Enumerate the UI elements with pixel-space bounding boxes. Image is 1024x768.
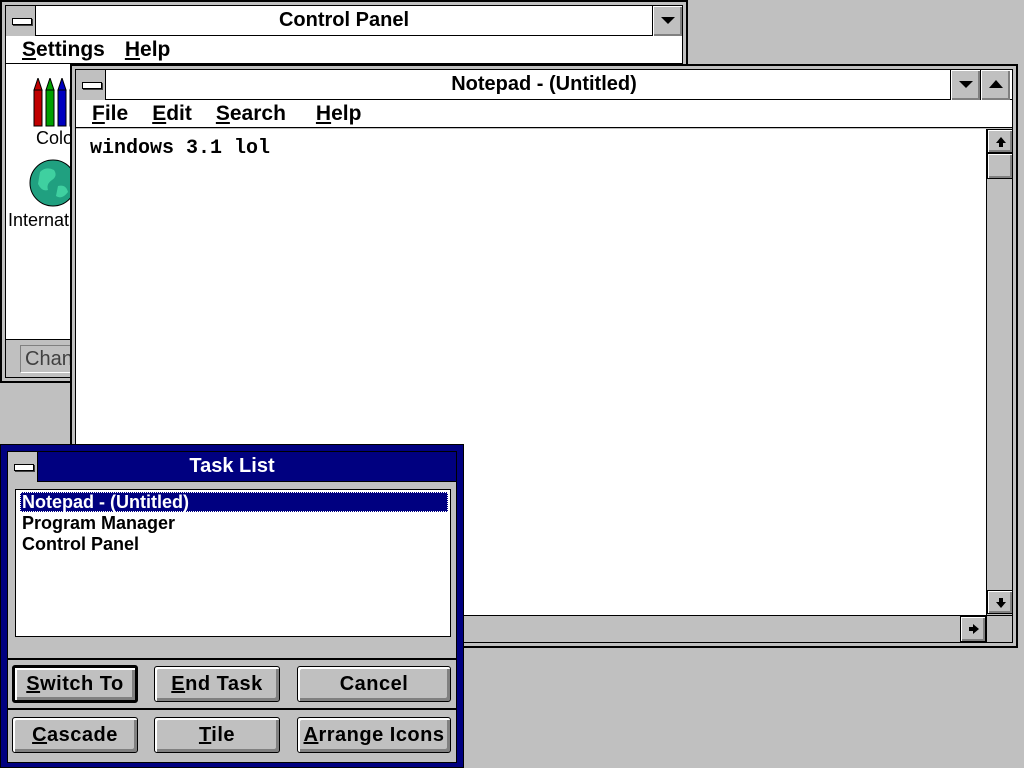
menu-settings[interactable]: Settings (22, 38, 105, 62)
control-menu-box[interactable] (8, 452, 38, 482)
end-task-button[interactable]: End Task (154, 666, 280, 702)
cascade-button[interactable]: Cascade (12, 717, 138, 753)
control-menu-box[interactable] (6, 6, 36, 36)
scroll-thumb[interactable] (987, 153, 1013, 179)
task-listbox[interactable]: Notepad - (Untitled) Program Manager Con… (15, 489, 451, 637)
menu-edit[interactable]: Edit (152, 102, 192, 126)
up-arrow-icon (996, 137, 1006, 147)
scroll-right-button[interactable] (960, 616, 986, 642)
switch-to-button[interactable]: Switch To (12, 665, 138, 703)
menu-help[interactable]: Help (125, 38, 171, 62)
menu-file[interactable]: File (92, 102, 128, 126)
minimize-arrow-icon (661, 17, 675, 24)
control-menu-icon (14, 464, 34, 471)
maximize-arrow-icon (989, 80, 1003, 88)
task-list-titlebar[interactable]: Task List (8, 452, 456, 482)
maximize-button[interactable] (980, 70, 1010, 100)
list-item[interactable]: Control Panel (20, 534, 141, 554)
control-panel-menubar: Settings Help (6, 36, 682, 64)
control-menu-icon (82, 82, 102, 89)
notepad-titlebar[interactable]: Notepad - (Untitled) (76, 70, 1012, 100)
down-arrow-icon (996, 598, 1006, 608)
scrollbar-corner (986, 615, 1012, 642)
cancel-button[interactable]: Cancel (297, 666, 451, 702)
list-item[interactable]: Notepad - (Untitled) (20, 492, 448, 512)
dialog-title: Task List (189, 455, 275, 477)
right-arrow-icon (969, 624, 979, 634)
scroll-down-button[interactable] (987, 590, 1013, 614)
arrange-icons-button[interactable]: Arrange Icons (297, 717, 451, 753)
color-icon-item[interactable]: Color (6, 76, 79, 148)
task-list-dialog[interactable]: Task List Notepad - (Untitled) Program M… (0, 444, 464, 768)
scroll-up-button[interactable] (987, 129, 1013, 153)
list-item[interactable]: Program Manager (20, 513, 177, 533)
menu-search[interactable]: Search (216, 102, 286, 126)
minimize-arrow-icon (959, 81, 973, 88)
window-title: Control Panel (278, 9, 409, 31)
tile-button[interactable]: Tile (154, 717, 280, 753)
document-text: windows 3.1 lol (90, 137, 271, 160)
minimize-button[interactable] (652, 6, 682, 36)
control-menu-icon (12, 18, 32, 25)
vertical-scrollbar[interactable] (986, 129, 1013, 615)
notepad-menubar: File Edit Search Help (76, 100, 1012, 128)
control-panel-titlebar[interactable]: Control Panel (6, 6, 682, 36)
menu-help[interactable]: Help (316, 102, 362, 126)
window-title: Notepad - (Untitled) (451, 73, 637, 95)
minimize-button[interactable] (950, 70, 980, 100)
control-menu-box[interactable] (76, 70, 106, 100)
international-icon-item[interactable]: International (6, 156, 107, 230)
